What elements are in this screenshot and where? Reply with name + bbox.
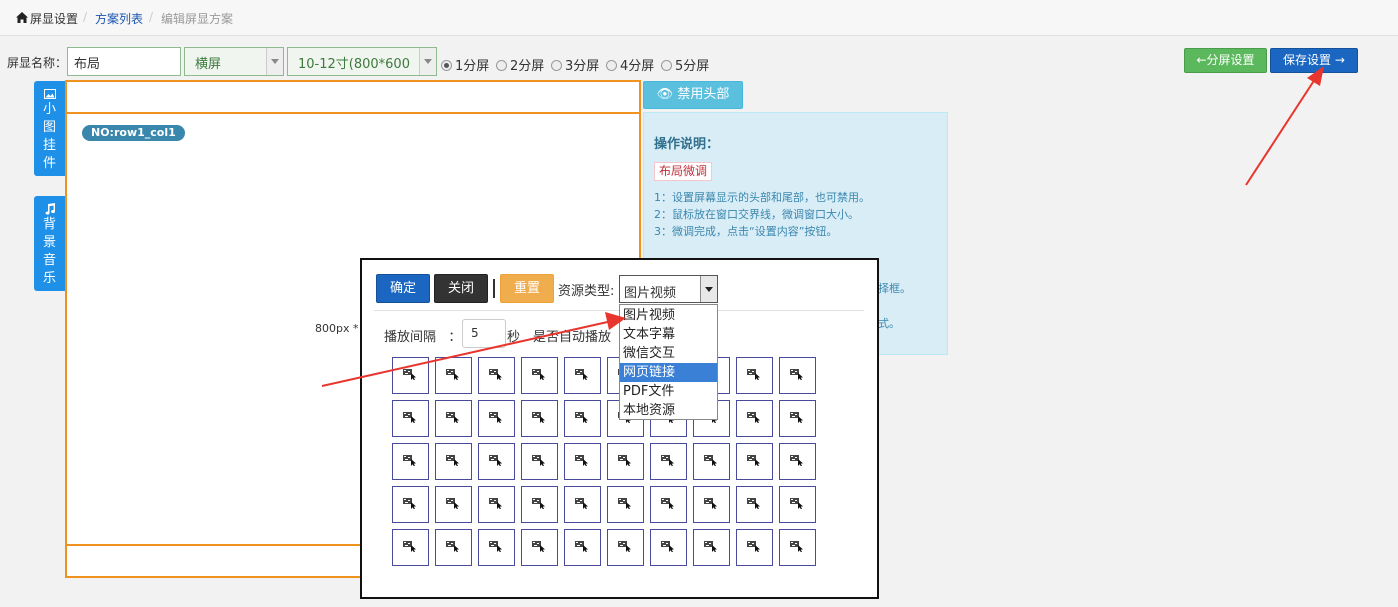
annotation-arrow-head bbox=[605, 312, 626, 330]
annotation-arrow-line bbox=[1245, 75, 1318, 186]
annotation-arrow-line bbox=[321, 320, 613, 387]
annotation-arrow-head bbox=[1307, 66, 1324, 86]
annotation-arrows bbox=[321, 66, 1324, 387]
